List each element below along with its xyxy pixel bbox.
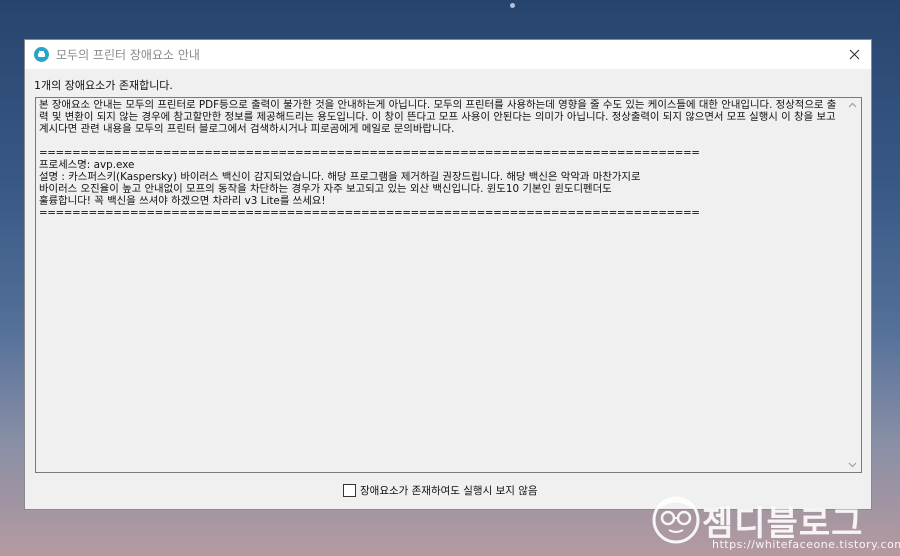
message-line <box>39 135 843 147</box>
message-line: 프로세스명: avp.exe <box>39 159 135 171</box>
watermark-url: https://whitefaceone.tistory.com <box>712 538 900 551</box>
message-line: 바이러스 오진율이 높고 안내없이 모프의 동작을 차단하는 경우가 자주 보고… <box>39 183 612 195</box>
message-line: 본 장애요소 안내는 모두의 프린터로 PDF등으로 출력이 불가한 것을 안내… <box>39 99 839 135</box>
background-star <box>510 3 515 8</box>
separator-line: ========================================… <box>39 147 700 159</box>
message-text: 본 장애요소 안내는 모두의 프린터로 PDF등으로 출력이 불가한 것을 안내… <box>39 99 843 472</box>
face-logo-icon <box>652 496 700 544</box>
error-count-label: 1개의 장애요소가 존재합니다. <box>34 79 173 92</box>
message-textbox[interactable]: 본 장애요소 안내는 모두의 프린터로 PDF등으로 출력이 불가한 것을 안내… <box>35 97 862 473</box>
title-bar[interactable]: 모두의 프린터 장애요소 안내 <box>25 40 871 69</box>
app-icon <box>34 47 49 62</box>
separator-line: ========================================… <box>39 207 700 219</box>
message-line: 설명 : 카스퍼스키(Kaspersky) 바이러스 백신이 감지되었습니다. … <box>39 171 641 183</box>
scrollbar[interactable] <box>844 98 861 472</box>
dont-show-label: 장애요소가 존재하여도 실행시 보지 않음 <box>360 485 538 497</box>
scroll-up-arrow-icon[interactable] <box>848 102 857 108</box>
window-title: 모두의 프린터 장애요소 안내 <box>56 48 200 62</box>
close-button[interactable] <box>837 40 871 69</box>
close-icon <box>849 49 859 60</box>
scroll-down-arrow-icon[interactable] <box>848 462 857 468</box>
dont-show-checkbox[interactable] <box>343 484 356 497</box>
message-line: 훌륭합니다! 꼭 백신을 쓰셔야 하겠으면 차라리 v3 Lite를 쓰세요! <box>39 195 326 207</box>
blog-watermark: 젬디블로그 https://whitefaceone.tistory.com <box>650 494 900 554</box>
dont-show-option[interactable]: 장애요소가 존재하여도 실행시 보지 않음 <box>343 483 538 498</box>
notice-dialog: 모두의 프린터 장애요소 안내 1개의 장애요소가 존재합니다. 본 장애요소 … <box>24 39 872 510</box>
